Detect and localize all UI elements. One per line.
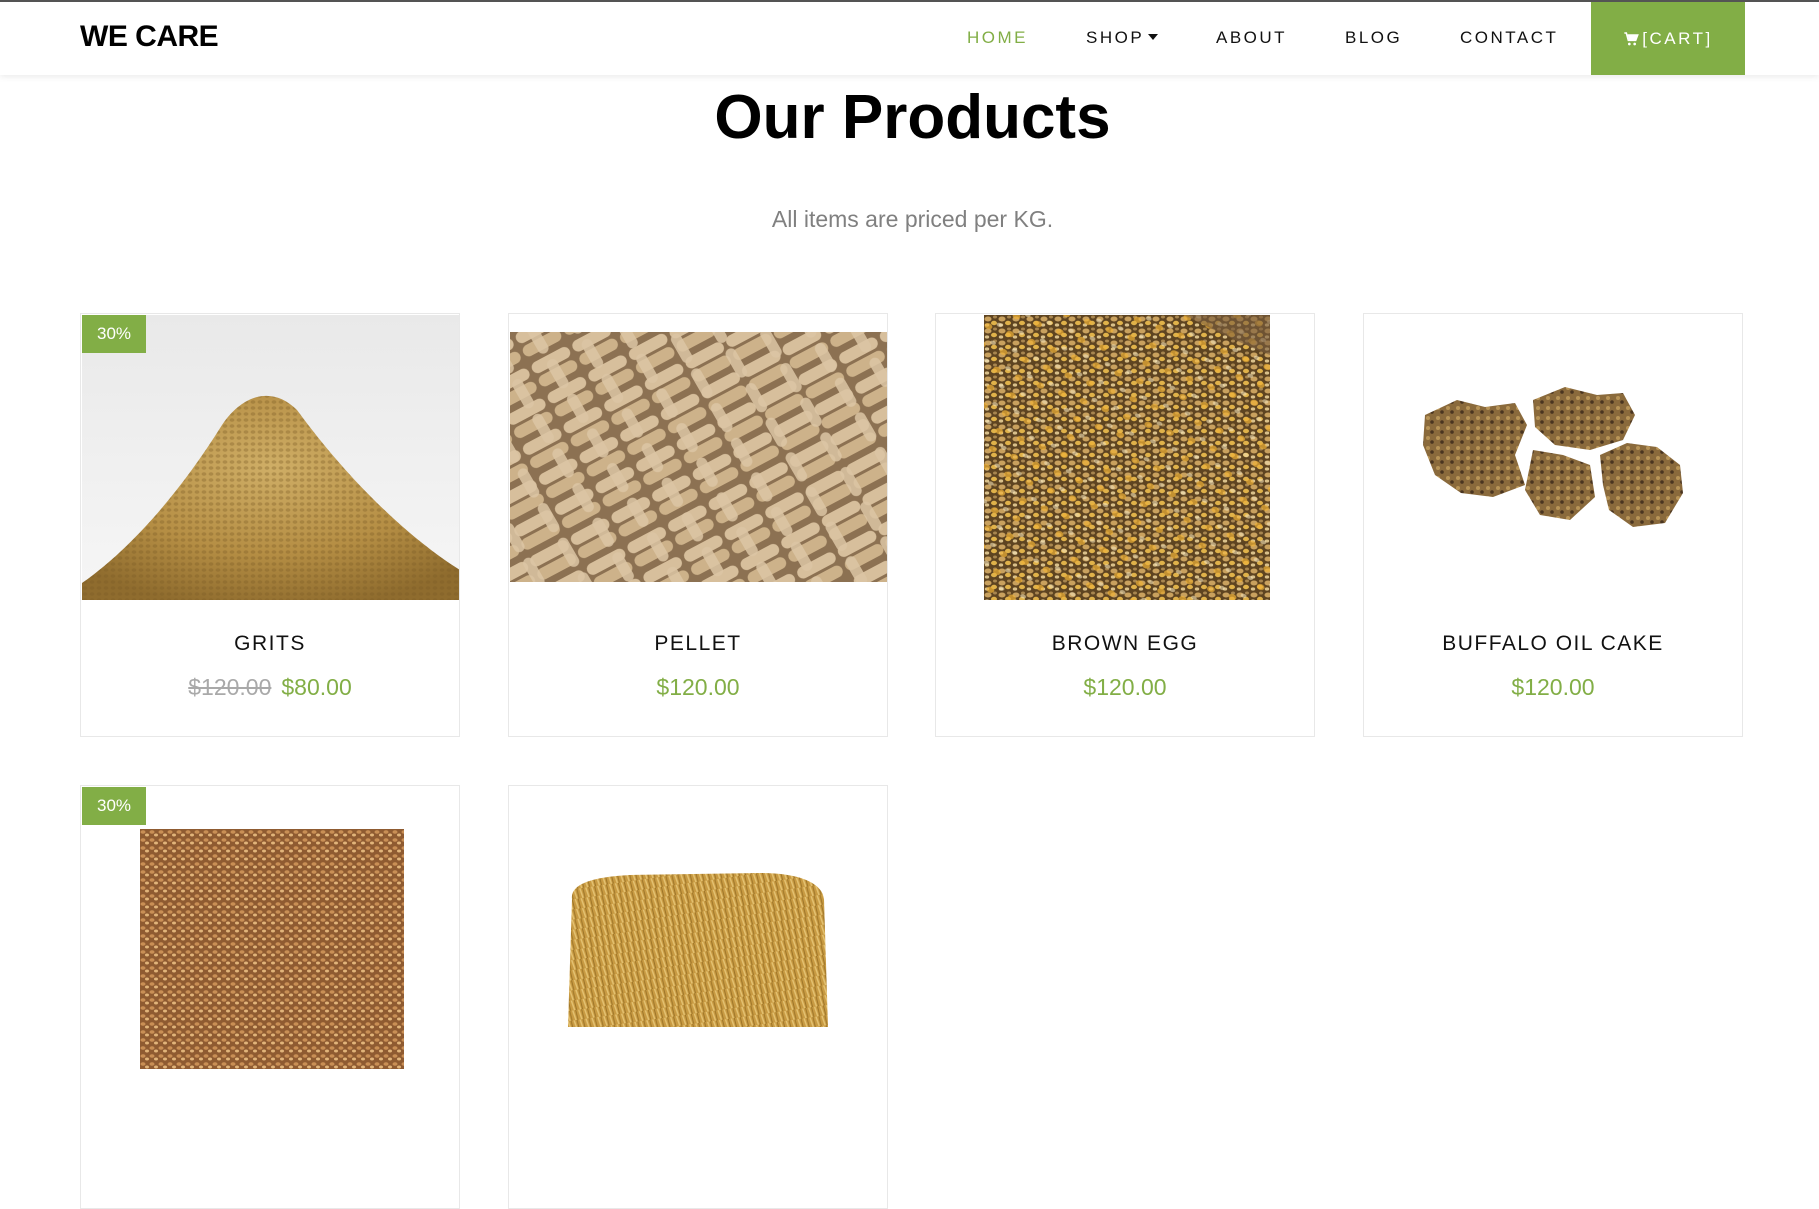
nav-shop[interactable]: SHOP: [1086, 28, 1159, 48]
product-card-grits[interactable]: 30% GRITS $120.00 $80.00: [80, 313, 460, 737]
section-title: Our Products: [714, 83, 1111, 152]
product-image-hay-bale[interactable]: [510, 787, 887, 1072]
product-image-brown-egg[interactable]: [937, 315, 1314, 600]
original-price: $120.00: [188, 674, 272, 700]
nav-about[interactable]: ABOUT: [1216, 28, 1287, 48]
product-card-buffalo-oil-cake[interactable]: BUFFALO OIL CAKE $120.00: [1363, 313, 1743, 737]
product-price: $120.00: [1511, 674, 1595, 700]
product-card-pellet[interactable]: PELLET $120.00: [508, 313, 888, 737]
product-card-brown-egg[interactable]: BROWN EGG $120.00: [935, 313, 1315, 737]
product-price-group: $120.00: [936, 674, 1314, 701]
navbar: WE CARE HOME SHOP ABOUT BLOG CONTACT [CA…: [0, 2, 1819, 75]
product-image-grits[interactable]: [82, 315, 459, 600]
product-name[interactable]: BROWN EGG: [936, 632, 1314, 656]
sale-price: $80.00: [281, 674, 352, 700]
feed-pellet-pile-image: [82, 315, 459, 600]
product-name[interactable]: PELLET: [509, 632, 887, 656]
section-subtitle: All items are priced per KG.: [771, 206, 1054, 232]
cart-button[interactable]: [CART]: [1591, 2, 1745, 75]
product-card-hay-bale[interactable]: [508, 785, 888, 1209]
brand-logo[interactable]: WE CARE: [80, 20, 219, 54]
feed-pellet-sticks-image: [510, 332, 887, 582]
nav-shop-label: SHOP: [1086, 28, 1145, 47]
product-image-buffalo-oil-cake[interactable]: [1365, 315, 1742, 600]
discount-badge: 30%: [82, 787, 146, 825]
product-price: $120.00: [656, 674, 740, 700]
product-price-group: $120.00 $80.00: [81, 674, 459, 701]
product-image-pellet[interactable]: [510, 315, 887, 600]
product-price-group: $120.00: [1364, 674, 1742, 701]
product-card-crushed-grain[interactable]: 30%: [80, 785, 460, 1209]
product-name[interactable]: GRITS: [81, 632, 459, 656]
nav-blog[interactable]: BLOG: [1345, 28, 1402, 48]
discount-badge: 30%: [82, 315, 146, 353]
product-price: $120.00: [1083, 674, 1167, 700]
nav-contact[interactable]: CONTACT: [1460, 28, 1558, 48]
crushed-grain-image: [140, 829, 404, 1069]
cart-label: [CART]: [1642, 28, 1713, 48]
product-name[interactable]: BUFFALO OIL CAKE: [1364, 632, 1742, 656]
mixed-grain-feed-image: [984, 315, 1270, 600]
product-price-group: $120.00: [509, 674, 887, 701]
cart-icon: [1624, 31, 1640, 45]
nav-home[interactable]: HOME: [967, 28, 1028, 48]
oil-cake-pieces-image: [1365, 315, 1742, 600]
caret-down-icon: [1148, 33, 1159, 40]
hay-bale-image: [568, 873, 828, 1027]
product-image-crushed-grain[interactable]: [82, 787, 459, 1072]
